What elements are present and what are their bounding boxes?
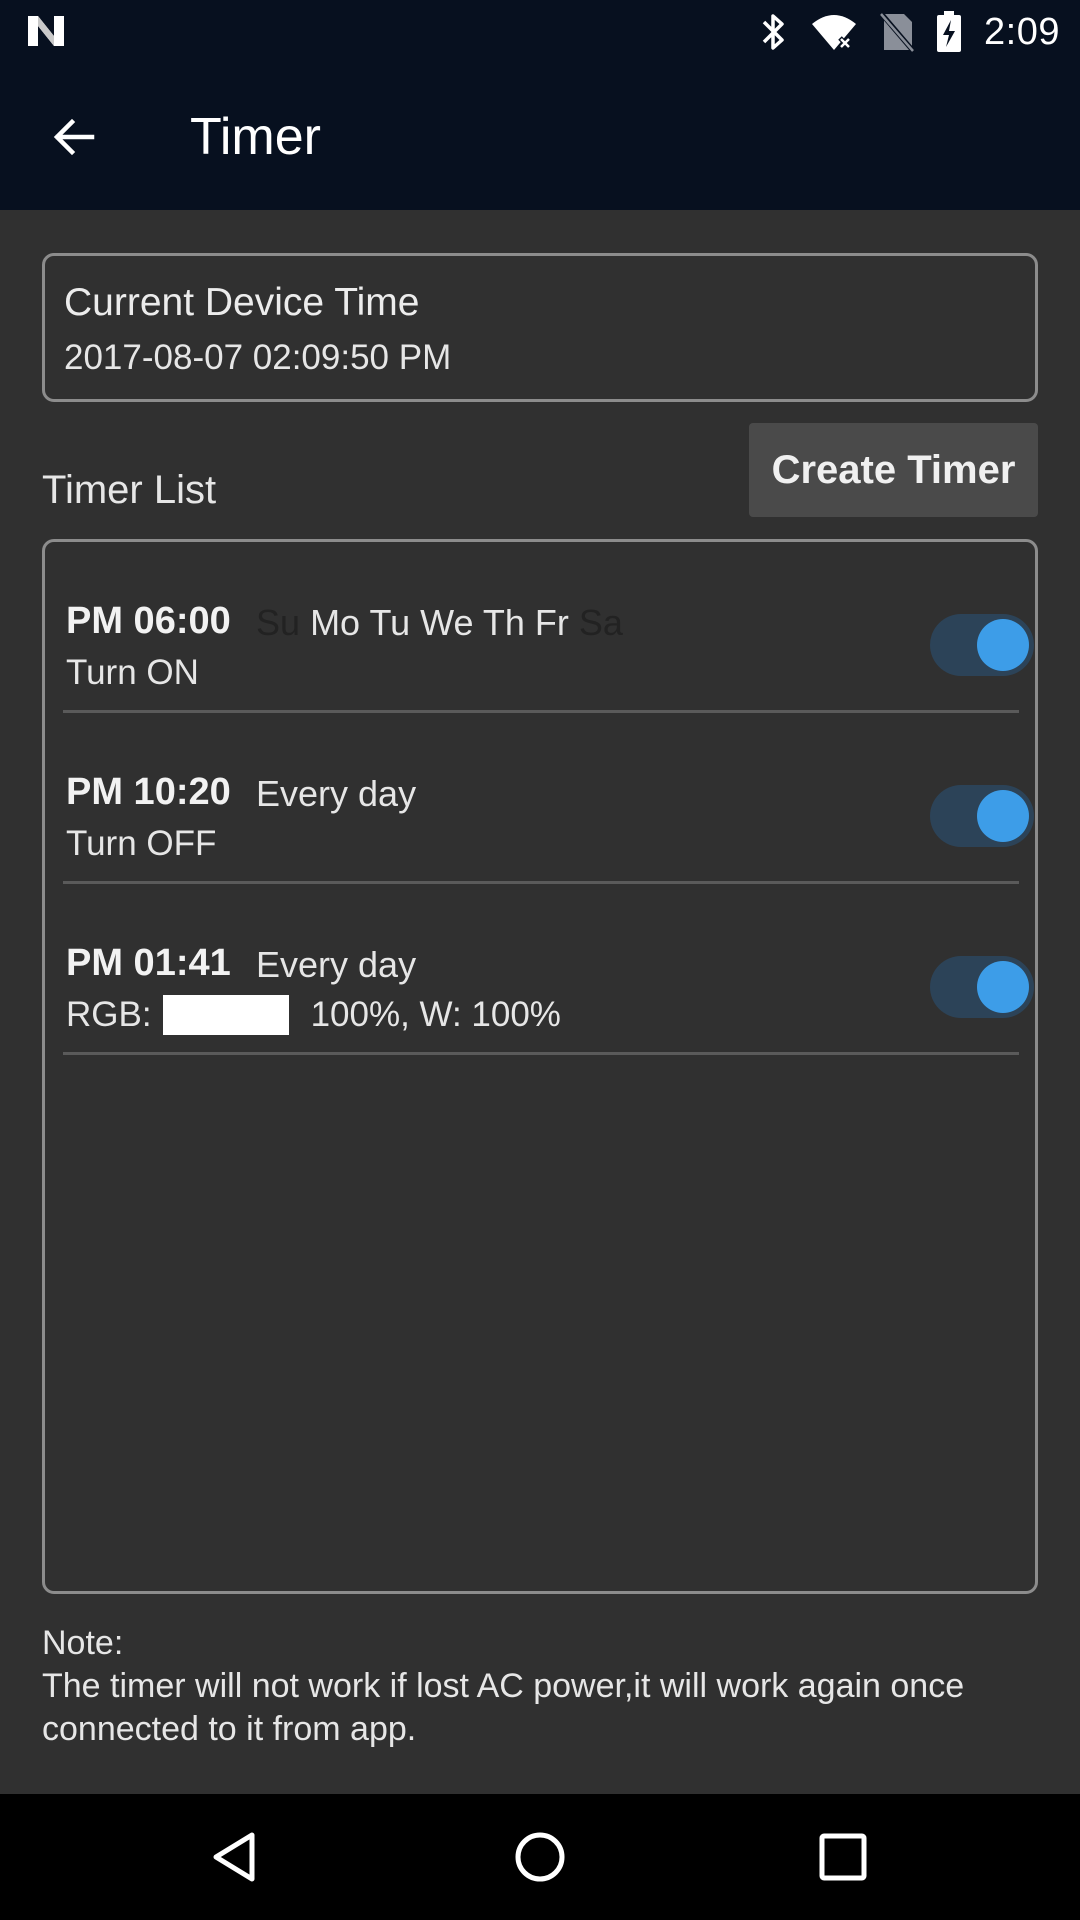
note-title: Note: — [42, 1624, 124, 1662]
device-time-label: Current Device Time — [64, 281, 420, 324]
nav-back-button[interactable] — [198, 1819, 274, 1895]
battery-charging-icon — [937, 11, 962, 52]
back-button[interactable] — [46, 109, 102, 165]
create-timer-button[interactable]: Create Timer — [749, 423, 1038, 517]
timer-time: PM 10:20 — [66, 771, 231, 813]
note: Note: The timer will not work if lost AC… — [42, 1622, 1042, 1751]
wifi-icon — [812, 15, 857, 50]
status-bar: 2:09 — [0, 0, 1080, 63]
timer-toggle[interactable] — [930, 785, 1034, 847]
note-text: The timer will not work if lost AC power… — [42, 1667, 965, 1748]
notification-n-icon — [28, 16, 64, 46]
arrow-back-icon — [53, 118, 95, 156]
status-time: 2:09 — [984, 10, 1060, 53]
brightness-value: 100%, W: 100% — [310, 995, 561, 1034]
rgb-label: RGB: — [66, 995, 152, 1034]
nav-recents-button[interactable] — [805, 1819, 881, 1895]
content-area: Current Device Time 2017-08-07 02:09:50 … — [0, 210, 1080, 1794]
timer-repeat: Every day — [256, 944, 417, 985]
app-bar: Timer — [0, 63, 1080, 210]
toggle-thumb — [977, 619, 1029, 671]
toggle-thumb — [977, 961, 1029, 1013]
timer-list: PM 06:00 Su Mo Tu We Th Fr Sa Turn ON PM… — [42, 539, 1038, 1594]
bluetooth-icon — [762, 14, 784, 50]
timer-toggle[interactable] — [930, 614, 1034, 676]
timer-time: PM 01:41 — [66, 942, 231, 984]
recents-square-icon — [819, 1833, 867, 1881]
timer-toggle[interactable] — [930, 956, 1034, 1018]
nav-home-button[interactable] — [502, 1819, 578, 1895]
timer-row[interactable]: PM 06:00 Su Mo Tu We Th Fr Sa Turn ON — [63, 542, 1034, 713]
toggle-thumb — [977, 790, 1029, 842]
page-title: Timer — [190, 108, 321, 166]
day-fr: Fr — [534, 602, 569, 643]
day-sa: Sa — [578, 602, 623, 643]
day-mo: Mo — [310, 602, 361, 643]
timer-action: RGB: 100%, W: 100% — [66, 995, 561, 1035]
timer-list-label: Timer List — [42, 468, 217, 512]
day-su: Su — [256, 602, 301, 643]
timer-action: Turn ON — [66, 653, 199, 692]
timer-row[interactable]: PM 10:20 Every day Turn OFF — [63, 713, 1034, 884]
timer-action: Turn OFF — [66, 824, 217, 863]
device-time-card: Current Device Time 2017-08-07 02:09:50 … — [42, 253, 1038, 402]
day-we: We — [420, 602, 474, 643]
timer-row[interactable]: PM 01:41 Every day RGB: 100%, W: 100% — [63, 884, 1034, 1055]
navigation-bar — [0, 1794, 1080, 1920]
device-time-value: 2017-08-07 02:09:50 PM — [64, 338, 452, 377]
day-tu: Tu — [369, 602, 411, 643]
back-triangle-icon — [213, 1832, 255, 1882]
timer-time: PM 06:00 — [66, 600, 231, 642]
color-swatch — [162, 995, 289, 1035]
no-sim-icon — [880, 12, 915, 52]
timer-repeat: Every day — [256, 773, 417, 814]
day-th: Th — [482, 602, 525, 643]
timer-days: Su Mo Tu We Th Fr Sa — [256, 602, 623, 644]
home-circle-icon — [515, 1832, 565, 1882]
